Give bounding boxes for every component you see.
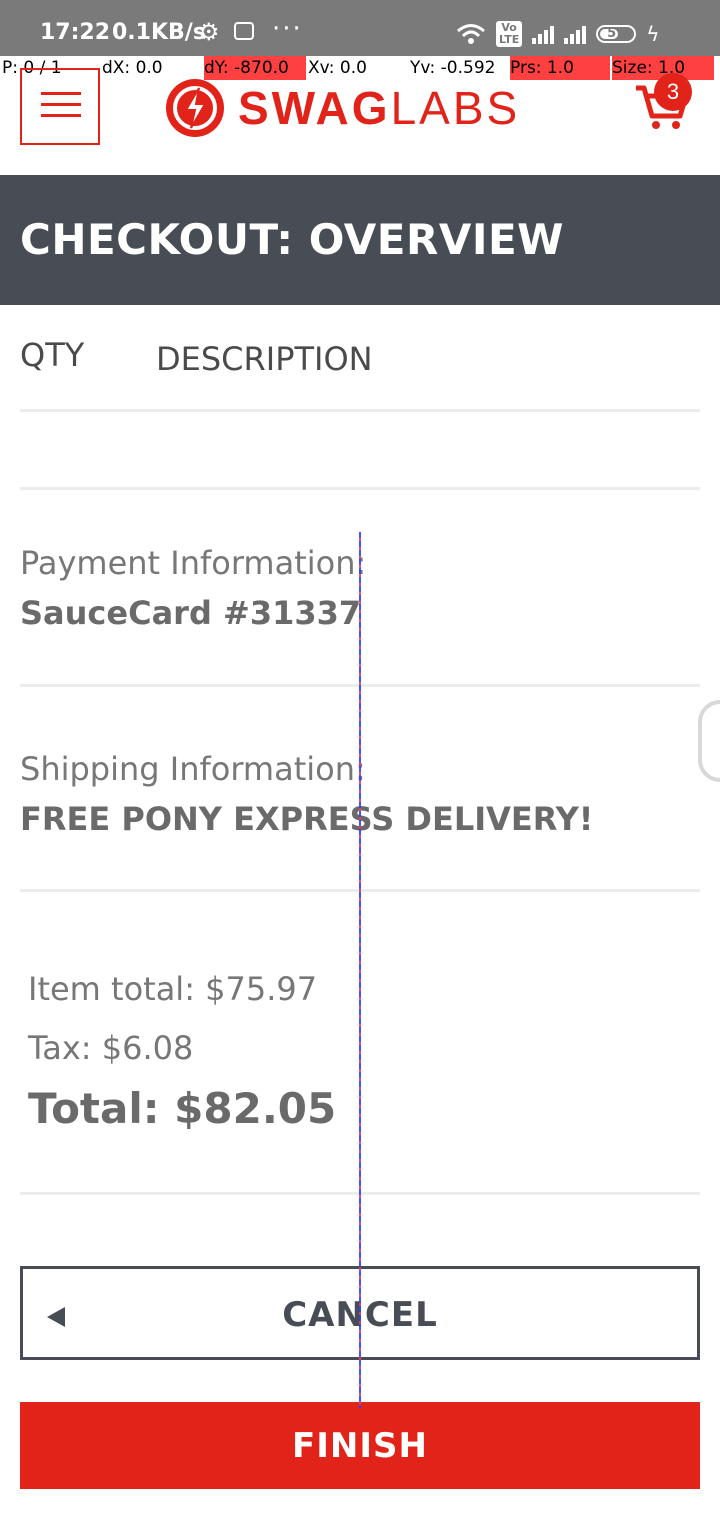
status-bar: 17:22 0.1KB/s ⚙ ··· Vo LTE 51 ϟ xyxy=(0,0,720,56)
cart-badge: 3 xyxy=(654,73,692,111)
page-title: CHECKOUT: OVERVIEW xyxy=(20,215,564,264)
wifi-icon xyxy=(457,24,485,44)
shipping-info-label: Shipping Information: xyxy=(20,750,366,788)
hamburger-line xyxy=(41,103,81,106)
qty-header: QTY xyxy=(20,336,85,374)
edge-scroll-handle[interactable] xyxy=(698,700,720,782)
app-header: SWAGLABS 3 xyxy=(0,68,720,175)
divider xyxy=(20,487,700,490)
pointer-location-overlay: P: 0 / 1 dX: 0.0 dY: -870.0 Xv: 0.0 Yv: … xyxy=(0,56,720,80)
payment-info-label: Payment Information: xyxy=(20,544,367,582)
tax: Tax: $6.08 xyxy=(28,1029,194,1067)
status-time: 17:22 xyxy=(40,20,111,45)
hamburger-icon xyxy=(41,92,81,95)
description-header: DESCRIPTION xyxy=(156,340,373,378)
finish-label: FINISH xyxy=(292,1426,428,1466)
gear-icon: ⚙ xyxy=(198,18,220,46)
charging-icon: ϟ xyxy=(646,22,660,46)
shipping-info-value: FREE PONY EXPRESS DELIVERY! xyxy=(20,800,594,838)
logo-text: SWAGLABS xyxy=(238,82,521,134)
signal-icon xyxy=(532,24,555,44)
order-total: Total: $82.05 xyxy=(28,1084,337,1133)
pointer-trace-line xyxy=(359,532,361,1408)
status-speed: 0.1KB/s xyxy=(112,20,206,45)
item-total: Item total: $75.97 xyxy=(28,970,318,1008)
lte-icon: Vo LTE xyxy=(496,21,523,47)
finish-button[interactable]: FINISH xyxy=(20,1402,700,1489)
more-dots: ··· xyxy=(272,14,303,44)
debug-dx: dX: 0.0 xyxy=(102,58,163,78)
divider xyxy=(20,409,700,412)
bolt-logo-icon xyxy=(166,79,224,137)
debug-xv: Xv: 0.0 xyxy=(308,58,367,78)
hamburger-line xyxy=(41,114,81,117)
debug-dy: dY: -870.0 xyxy=(204,56,306,80)
swag-labs-logo: SWAGLABS xyxy=(166,79,521,137)
debug-prs: Prs: 1.0 xyxy=(510,56,610,80)
app-icon xyxy=(234,22,254,40)
status-icons: Vo LTE 51 ϟ xyxy=(456,18,659,50)
payment-info-value: SauceCard #31337 xyxy=(20,594,362,632)
menu-button[interactable] xyxy=(20,68,100,145)
page-title-bar: CHECKOUT: OVERVIEW xyxy=(0,175,720,305)
debug-yv: Yv: -0.592 xyxy=(410,58,496,78)
battery-icon: 51 xyxy=(596,25,637,43)
signal-icon-2 xyxy=(564,24,587,44)
